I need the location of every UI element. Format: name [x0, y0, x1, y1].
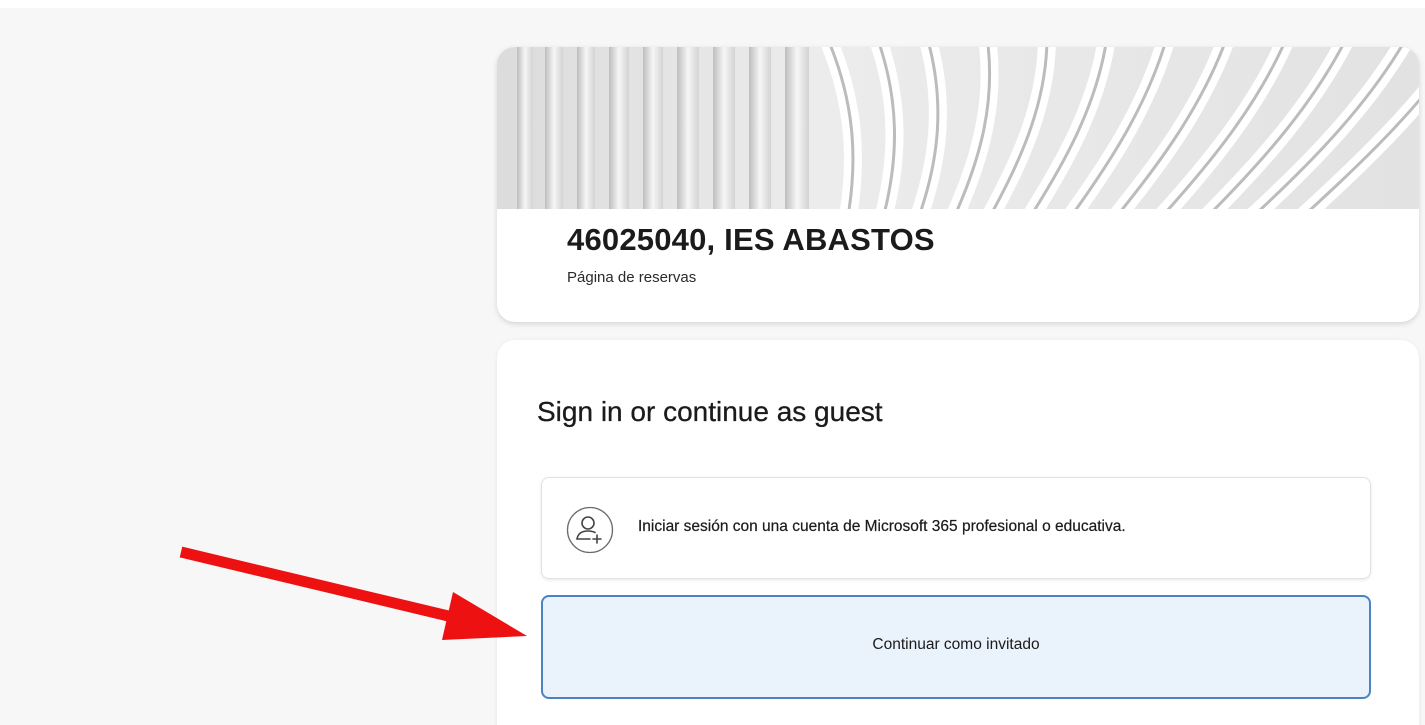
microsoft-signin-button[interactable]: Iniciar sesión con una cuenta de Microso… [541, 477, 1371, 579]
booking-page-subtitle: Página de reservas [567, 269, 697, 286]
booking-page: 46025040, IES ABASTOS Página de reservas… [0, 0, 1425, 725]
signin-heading: Sign in or continue as guest [537, 396, 883, 427]
signin-card: Sign in or continue as guest Iniciar ses… [497, 340, 1419, 725]
annotation-arrow-icon [179, 546, 527, 640]
continue-as-guest-button[interactable]: Continuar como invitado [541, 595, 1371, 699]
top-strip [0, 0, 1425, 8]
person-add-icon [566, 506, 614, 554]
business-name: 46025040, IES ABASTOS [567, 222, 935, 257]
microsoft-signin-label: Iniciar sesión con una cuenta de Microso… [638, 518, 1126, 535]
continue-as-guest-label: Continuar como invitado [872, 636, 1040, 653]
business-header-card: 46025040, IES ABASTOS Página de reservas [497, 47, 1419, 322]
banner-image [497, 47, 1419, 209]
banner-image-art [497, 47, 1419, 209]
